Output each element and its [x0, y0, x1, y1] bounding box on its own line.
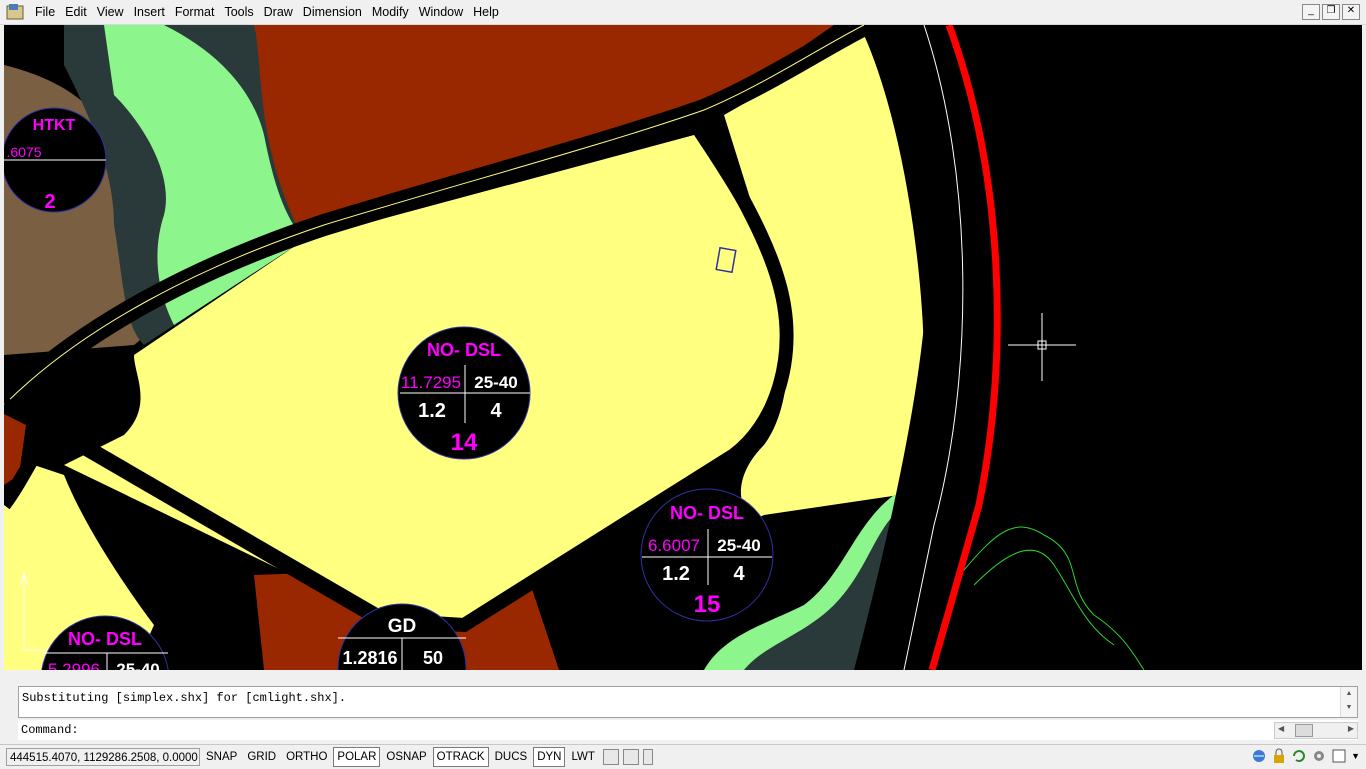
model-space-icon[interactable] [602, 749, 619, 765]
restore-button[interactable]: ❐ [1322, 4, 1340, 20]
workspace-gear-icon[interactable] [1311, 748, 1327, 764]
tag-14-floors: 25-40 [474, 373, 517, 392]
tag-sw-floors: 25-40 [116, 660, 159, 670]
menu-window[interactable]: Window [414, 0, 468, 24]
tag-15-coef: 1.2 [662, 563, 690, 585]
menu-draw[interactable]: Draw [259, 0, 298, 24]
crosshair-cursor [1008, 313, 1076, 381]
menu-format[interactable]: Format [170, 0, 220, 24]
chevron-down-icon[interactable]: ▼ [1351, 751, 1360, 761]
ortho-toggle[interactable]: ORTHO [282, 747, 331, 767]
command-line[interactable]: Command: ◀ ▶ [18, 720, 1358, 740]
tag-htkt-value: .6075 [6, 144, 41, 160]
scroll-left-icon[interactable]: ◀ [1278, 724, 1284, 733]
scroll-thumb[interactable] [1295, 724, 1313, 737]
command-horizontal-scrollbar[interactable]: ◀ ▶ [1274, 722, 1358, 739]
tag-15-area: 6.6007 [648, 536, 700, 555]
quick-view-icon[interactable] [642, 749, 653, 765]
clean-screen-icon[interactable] [1331, 748, 1347, 764]
tag-sw-title: NO- DSL [68, 629, 142, 649]
command-history-line: Substituting [simplex.shx] for [cmlight.… [22, 691, 347, 705]
tag-parcel-15: NO- DSL 6.6007 25-40 1.2 4 15 [640, 488, 774, 622]
grid-toggle[interactable]: GRID [243, 747, 280, 767]
layout-icon[interactable] [622, 749, 639, 765]
tag-htkt-title: HTKT [33, 117, 76, 134]
communication-center-icon[interactable] [1251, 748, 1267, 764]
menu-edit[interactable]: Edit [60, 0, 92, 24]
tag-gd-area: 1.2816 [342, 648, 397, 668]
menu-file[interactable]: File [30, 0, 60, 24]
contour-line [963, 526, 1145, 670]
lwt-toggle[interactable]: LWT [567, 747, 598, 767]
tag-gd-title: GD [388, 616, 417, 637]
autocad-app-icon[interactable] [6, 3, 24, 21]
close-button[interactable]: ✕ [1342, 4, 1360, 20]
scroll-up-icon[interactable]: ▲ [1341, 687, 1357, 701]
tag-14-area: 11.7295 [401, 373, 461, 392]
command-history[interactable]: Substituting [simplex.shx] for [cmlight.… [18, 686, 1358, 718]
menu-modify[interactable]: Modify [367, 0, 414, 24]
document-window-controls: _ ❐ ✕ [1302, 4, 1360, 20]
menu-view[interactable]: View [92, 0, 129, 24]
scroll-down-icon[interactable]: ▼ [1341, 701, 1357, 715]
menu-insert[interactable]: Insert [129, 0, 170, 24]
status-bar: 444515.4070, 1129286.2508, 0.0000 SNAP G… [0, 744, 1366, 769]
status-tray: ▼ [1251, 748, 1360, 764]
menu-bar: File Edit View Insert Format Tools Draw … [0, 0, 1366, 25]
refresh-icon[interactable] [1291, 748, 1307, 764]
osnap-toggle[interactable]: OSNAP [382, 747, 430, 767]
tag-15-title: NO- DSL [670, 503, 744, 523]
dyn-toggle[interactable]: DYN [533, 747, 566, 767]
lock-icon[interactable] [1271, 748, 1287, 764]
snap-toggle[interactable]: SNAP [202, 747, 241, 767]
command-window: Substituting [simplex.shx] for [cmlight.… [6, 674, 1360, 740]
menu-help[interactable]: Help [468, 0, 504, 24]
tag-14-coef: 1.2 [418, 400, 446, 422]
tag-15-floors: 25-40 [717, 536, 760, 555]
tag-parcel-14: NO- DSL 11.7295 25-40 1.2 4 14 [397, 326, 531, 460]
coordinate-readout[interactable]: 444515.4070, 1129286.2508, 0.0000 [6, 748, 200, 766]
tag-gd-value: 50 [423, 648, 443, 668]
ducs-toggle[interactable]: DUCS [491, 747, 532, 767]
contour-line-2 [973, 549, 1115, 646]
command-history-scrollbar[interactable]: ▲ ▼ [1340, 687, 1357, 717]
drawing-canvas[interactable]: HTKT .6075 2 NO- DSL 11.7295 25-40 1.2 4… [4, 25, 1362, 670]
tag-htkt: HTKT .6075 2 [4, 107, 107, 213]
tag-14-title: NO- DSL [427, 340, 501, 360]
tag-sw-area: 5.2996 [48, 660, 100, 670]
tag-15-height: 4 [733, 563, 745, 585]
minimize-button[interactable]: _ [1302, 4, 1320, 20]
polar-toggle[interactable]: POLAR [333, 747, 381, 767]
scroll-right-icon[interactable]: ▶ [1348, 724, 1354, 733]
otrack-toggle[interactable]: OTRACK [432, 747, 489, 767]
drawing-svg: HTKT .6075 2 NO- DSL 11.7295 25-40 1.2 4… [4, 25, 1145, 670]
tag-htkt-number: 2 [44, 191, 55, 213]
tag-14-height: 4 [490, 400, 502, 422]
tag-15-number: 15 [694, 591, 721, 618]
menu-tools[interactable]: Tools [219, 0, 258, 24]
menu-dimension[interactable]: Dimension [298, 0, 367, 24]
command-prompt: Command: [21, 723, 79, 737]
tag-14-number: 14 [451, 429, 478, 456]
